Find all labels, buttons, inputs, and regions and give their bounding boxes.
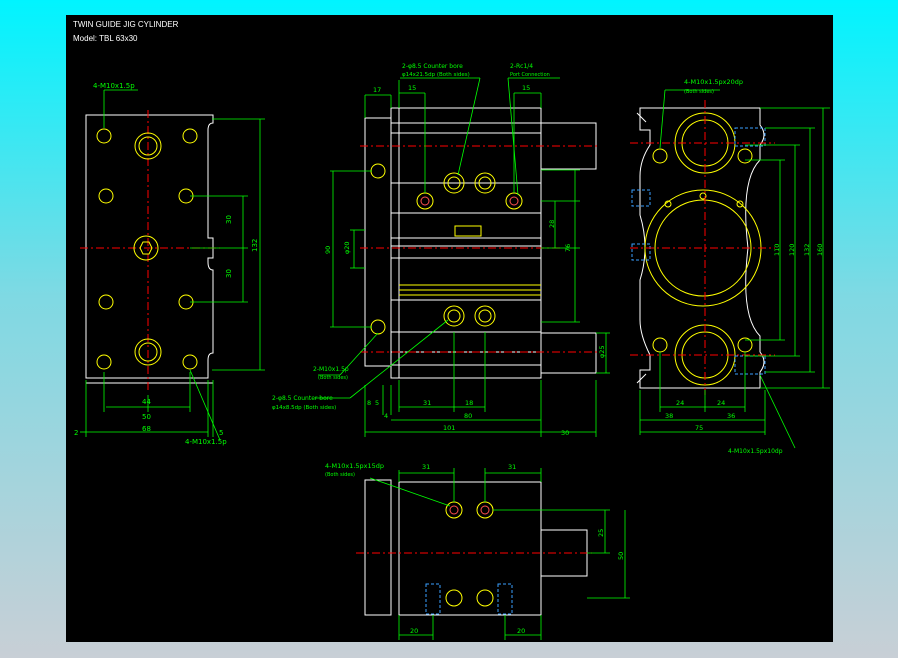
drawing-title: TWIN GUIDE JIG CYLINDER [73,20,179,29]
right-callout-top-sub: (Both sides) [684,89,714,95]
center-cb2-callout: 2-φ8.5 Counter bore [272,395,333,402]
center-port-callout: 2-Rc1/4 [510,63,533,70]
left-dim-2: 2 [74,429,78,437]
center-dim-90: 90 [324,246,332,254]
center-counterbore-callout-sub: φ14x21.5dp (Both sides) [402,72,470,78]
left-dim-44: 44 [142,398,151,406]
center-dim-101: 101 [443,424,455,432]
center-dim-18: 18 [465,399,473,407]
right-callout-bottom: 4-M10x1.5px10dp [728,448,783,455]
bottom-dim-20a: 20 [410,627,418,635]
center-m10-callout-sub: (Both sides) [318,375,348,381]
center-dim-31: 31 [423,399,431,407]
bottom-callout-sub: (Both sides) [325,472,355,478]
center-dim-76: 76 [564,244,572,252]
center-dim-15a: 15 [408,84,416,92]
bottom-dim-31b: 31 [508,463,516,471]
right-dim-120: 120 [788,244,796,256]
center-counterbore-callout: 2-φ8.5 Counter bore [402,63,463,70]
center-m10-callout: 2-M10x1.5p [313,366,349,373]
center-dim-phi20: φ20 [343,241,351,254]
model-label: Model: TBL 63x30 [73,34,138,43]
right-dim-36: 36 [727,412,735,420]
right-dim-110: 110 [773,244,781,256]
bottom-callout: 4-M10x1.5px15dp [325,462,384,470]
center-port-callout-sub: Port Connection [510,72,550,78]
center-cb2-callout-sub: φ14x8.5dp (Both sides) [272,405,336,411]
right-dim-38: 38 [665,412,673,420]
bottom-dim-31a: 31 [422,463,430,471]
left-callout-top: 4-M10x1.5p [93,82,135,90]
center-dim-28: 28 [548,220,556,228]
right-dim-24a: 24 [676,399,684,407]
right-callout-top: 4-M10x1.5px20dp [684,78,743,86]
right-dim-75: 75 [695,424,703,432]
center-dim-30: 30 [561,429,569,437]
left-dim-30a: 30 [225,215,233,224]
bottom-dim-25: 25 [597,529,605,537]
right-dim-132: 132 [803,244,811,256]
left-dim-68: 68 [142,425,151,433]
bottom-dim-20b: 20 [517,627,525,635]
center-dim-80: 80 [464,412,472,420]
center-dim-4: 4 [384,412,388,420]
center-dim-8: 8 [367,399,371,407]
left-dim-30b: 30 [225,269,233,278]
center-dim-phi25: φ25 [598,345,606,358]
right-dim-160: 160 [816,244,824,256]
bottom-dim-50: 50 [617,552,625,560]
drawing-sheet [66,15,833,642]
left-dim-132: 132 [251,239,259,252]
left-dim-5: 5 [219,429,223,437]
cad-drawing: TWIN GUIDE JIG CYLINDER Model: TBL 63x30 [66,15,833,642]
center-dim-17: 17 [373,86,381,94]
center-dim-15b: 15 [522,84,530,92]
right-dim-24b: 24 [717,399,725,407]
center-dim-5: 5 [375,399,379,407]
left-dim-50: 50 [142,413,151,421]
left-callout-bottom: 4-M10x1.5p [185,438,227,446]
